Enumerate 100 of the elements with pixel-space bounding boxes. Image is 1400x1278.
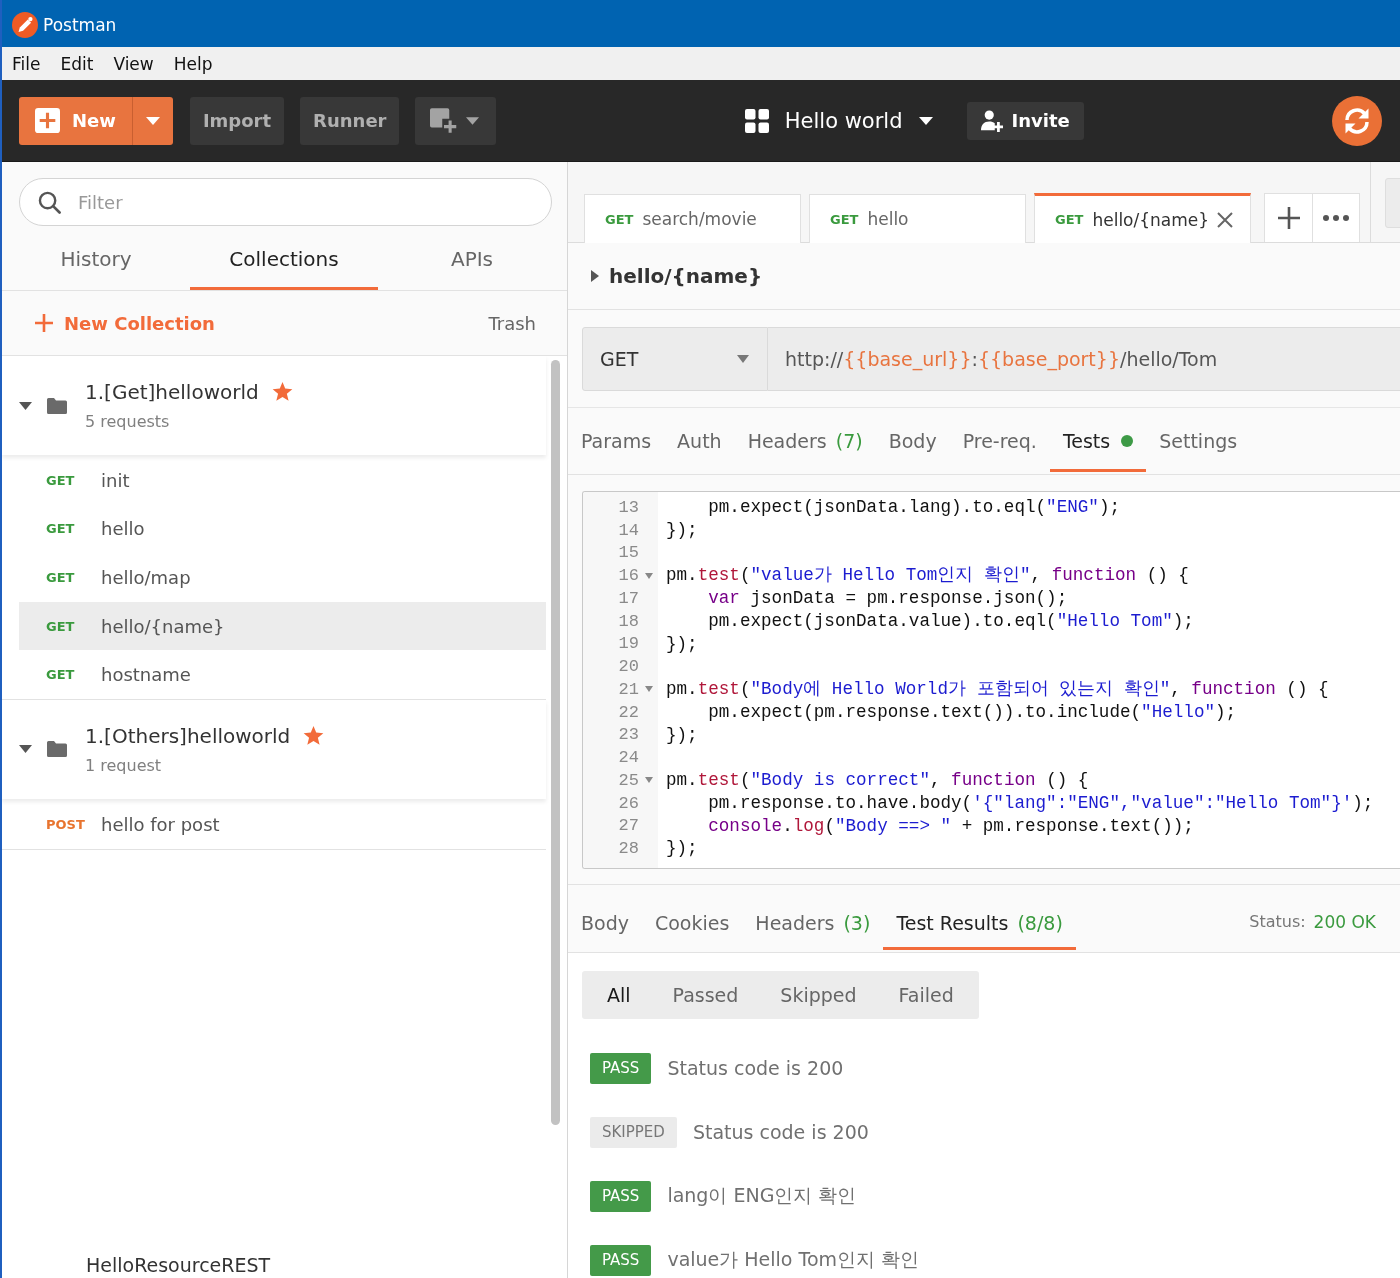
line-number: 19 (617, 634, 639, 654)
new-window-button[interactable] (415, 96, 497, 145)
new-dropdown-button[interactable] (131, 96, 173, 145)
code-line: console.log("Body ==> " + pm.response.text()); (707, 814, 1195, 838)
request-tab[interactable]: GET hello (809, 194, 1026, 243)
code-line: pm.expect(pm.response.text()).to.include("Hello"); (707, 700, 1238, 724)
star-icon[interactable] (303, 725, 325, 746)
menu-item[interactable]: View (113, 53, 154, 74)
request-tab[interactable]: GET search/movie (584, 194, 801, 243)
test-name: value가 Hello Tom인지 확인 (667, 1247, 920, 1272)
fold-caret-icon[interactable] (645, 572, 653, 579)
import-button[interactable]: Import (189, 96, 285, 145)
code-editor[interactable] (582, 491, 1400, 869)
status-label: Status: (1249, 912, 1306, 931)
response-tab[interactable]: Test Results (8/8) (883, 885, 1076, 950)
request-section-tab[interactable]: Settings (1146, 408, 1251, 472)
filter-option[interactable]: All (586, 971, 652, 1019)
caret-icon (145, 116, 160, 125)
request-item[interactable]: GET hello/map (19, 553, 546, 602)
response-tab[interactable]: Body (568, 885, 642, 950)
request-name: hello (101, 518, 145, 540)
fold-caret-icon[interactable] (645, 777, 653, 784)
sidebar-tab[interactable]: History (2, 226, 190, 290)
response-tab[interactable]: Headers (3) (742, 885, 884, 950)
folder-icon (47, 397, 67, 414)
collection-name[interactable]: HelloResourceREST (86, 1254, 546, 1278)
request-section-tab[interactable]: Body (875, 408, 950, 472)
line-number: 17 (617, 588, 639, 608)
invite-button[interactable]: Invite (966, 101, 1084, 140)
request-item[interactable]: POST hello for post (19, 799, 546, 849)
line-number: 22 (617, 702, 639, 722)
request-item[interactable]: GET init (19, 456, 546, 505)
request-name: hello/{name} (101, 615, 225, 637)
scrollbar-thumb[interactable] (551, 360, 560, 1125)
collection-header[interactable]: 1.[Others]helloworld 1 request (2, 699, 546, 799)
filter-option[interactable]: Skipped (759, 971, 878, 1019)
sidebar-tab[interactable]: Collections (190, 226, 378, 290)
close-icon[interactable] (1217, 211, 1233, 228)
code-line: pm.test("value가 Hello Tom인지 확인", function () { (666, 564, 1190, 587)
code-line: }); (666, 837, 699, 860)
caret-down-icon[interactable] (19, 745, 32, 754)
request-item[interactable]: GET hello/{name} (19, 601, 546, 651)
fold-caret-icon[interactable] (645, 686, 653, 693)
request-count: 1 request (85, 755, 163, 775)
request-item[interactable]: GET hello (19, 504, 546, 554)
caret-right-icon[interactable] (591, 270, 599, 282)
test-name: Status code is 200 (692, 1121, 869, 1143)
method-label: GET (46, 667, 76, 683)
method-label: GET (46, 570, 76, 585)
filter-option[interactable]: Failed (877, 971, 975, 1019)
workspace-dropdown[interactable]: Hello world (744, 108, 933, 133)
trash-button[interactable]: Trash (488, 312, 536, 334)
code-line: pm.expect(jsonData.lang).to.eql("ENG"); (707, 496, 1121, 519)
plus-icon (35, 314, 53, 332)
runner-button[interactable]: Runner (300, 96, 400, 145)
search-icon (38, 191, 61, 214)
person-plus-icon (980, 109, 1003, 132)
request-section-tab[interactable]: Tests (1049, 408, 1147, 472)
code-line: pm.test("Body is correct", function () { (666, 769, 1090, 792)
request-section-tab[interactable]: Headers (7) (734, 408, 876, 472)
test-name: Status code is 200 (667, 1057, 844, 1079)
folder-icon (47, 741, 67, 758)
method-label: GET (46, 521, 76, 537)
request-section-tab[interactable]: Params (568, 408, 665, 472)
line-number: 21 (617, 679, 639, 699)
url-field[interactable]: http://{{base_url}}:{{base_port}}/hello/Tom (768, 327, 1400, 391)
request-count: 5 requests (85, 412, 171, 431)
collection-name: 1.[Others]helloworld (85, 723, 291, 748)
request-title: hello/{name} (609, 264, 763, 288)
line-number: 15 (617, 543, 639, 563)
method-dropdown[interactable]: GET (582, 327, 768, 391)
menu-item[interactable]: Edit (60, 53, 94, 74)
method-label: GET (46, 472, 76, 488)
request-name: init (101, 469, 130, 491)
code-line: var jsonData = pm.response.json(); (707, 587, 1069, 610)
sidebar-tab[interactable]: APIs (378, 226, 566, 290)
line-number: 27 (617, 816, 639, 836)
plus-icon (1277, 207, 1300, 229)
test-name: lang이 ENG인지 확인 (667, 1183, 857, 1208)
method-label: GET (46, 618, 76, 634)
star-icon[interactable] (271, 382, 293, 402)
menu-item[interactable]: File (12, 53, 41, 74)
result-badge: PASS (590, 1180, 652, 1212)
caret-down-icon[interactable] (19, 401, 32, 410)
request-tab[interactable]: GET hello/{name} (1034, 193, 1251, 243)
more-icon (1323, 215, 1349, 221)
request-name: hello for post (101, 813, 220, 835)
result-badge: SKIPPED (590, 1116, 677, 1148)
filter-option[interactable]: Passed (651, 971, 760, 1019)
response-tab[interactable]: Cookies (641, 885, 743, 950)
sync-icon[interactable] (1332, 95, 1382, 146)
filter-field[interactable]: Filter (19, 178, 552, 226)
request-item[interactable]: GET hostname (19, 650, 546, 699)
menu-item[interactable]: Help (173, 53, 213, 74)
collection-header[interactable]: 1.[Get]helloworld 5 requests (2, 356, 546, 455)
request-section-tab[interactable]: Pre-req. (949, 408, 1050, 472)
line-number: 25 (617, 770, 639, 790)
code-line: pm.expect(jsonData.value).to.eql("Hello Tom"); (707, 609, 1195, 633)
code-line: }); (666, 723, 699, 747)
request-section-tab[interactable]: Auth (664, 408, 735, 472)
